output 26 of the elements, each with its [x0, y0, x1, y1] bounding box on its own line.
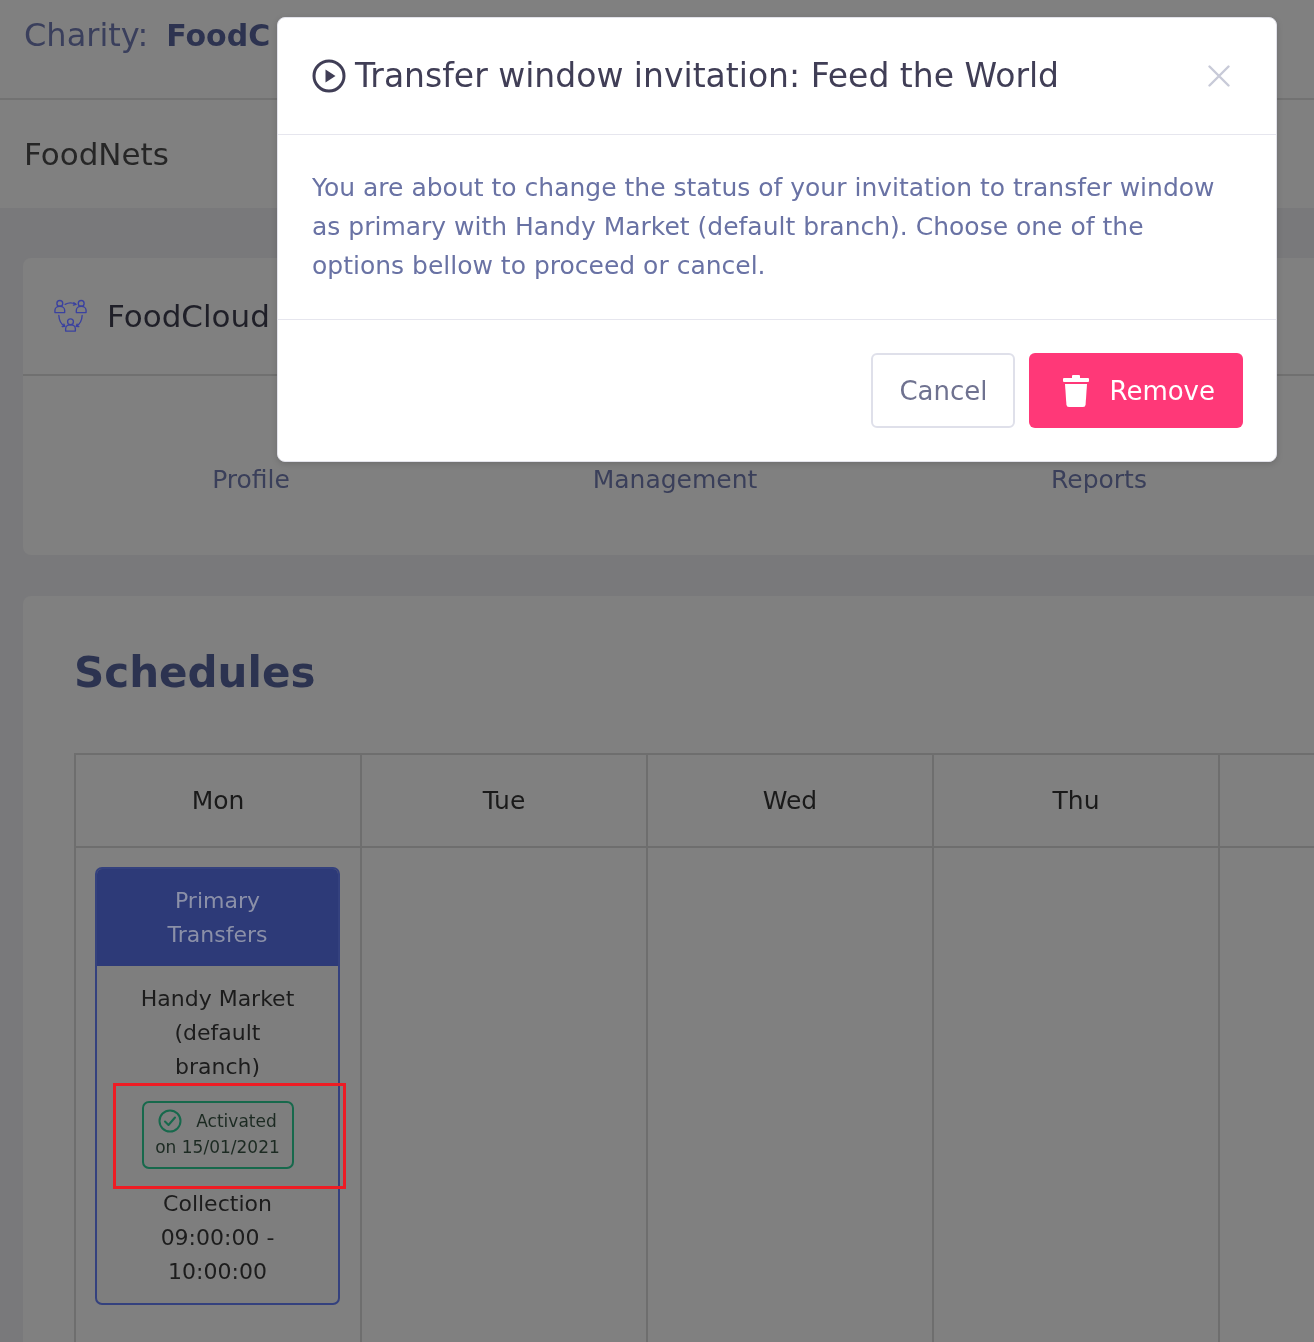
status-date: on 15/01/2021 [155, 1136, 280, 1159]
people-arrows-icon [53, 298, 88, 334]
check-circle-icon [158, 1109, 183, 1133]
status-text: Activated [196, 1110, 277, 1133]
day-header: Thu [1052, 784, 1100, 817]
modal-title: Transfer window invitation: Feed the World [355, 55, 1061, 97]
section-title: Schedules [74, 647, 316, 699]
charity-label: Charity: [24, 15, 149, 55]
nav-link[interactable]: Profile [212, 464, 290, 494]
collection-time: Collection 09:00:00 - 10:00:00 [159, 1190, 276, 1286]
nav-link[interactable]: Management [592, 464, 758, 494]
partner-name: Handy Market (default branch) [139, 985, 296, 1081]
brand-name: FoodNets [24, 135, 169, 174]
cancel-button[interactable]: Cancel [871, 353, 1016, 428]
modal-message: You are about to change the status of your invitation to transfer window as primary with Handy Market (default branch). Choose one of the options bellow to proceed or cancel. [312, 172, 1216, 282]
organization-name: FoodCloud [107, 297, 270, 336]
play-circle-icon [312, 59, 346, 93]
trash-icon [1063, 374, 1090, 407]
remove-button[interactable]: Remove [1029, 353, 1243, 428]
day-header: Mon [191, 784, 245, 817]
charity-name: FoodC [166, 17, 271, 55]
close-icon[interactable] [1208, 65, 1230, 87]
entry-header: Primary Transfers [97, 869, 338, 966]
day-header: Tue [482, 784, 526, 817]
nav-link[interactable]: Reports [1051, 464, 1147, 494]
day-header: Wed [762, 784, 818, 817]
